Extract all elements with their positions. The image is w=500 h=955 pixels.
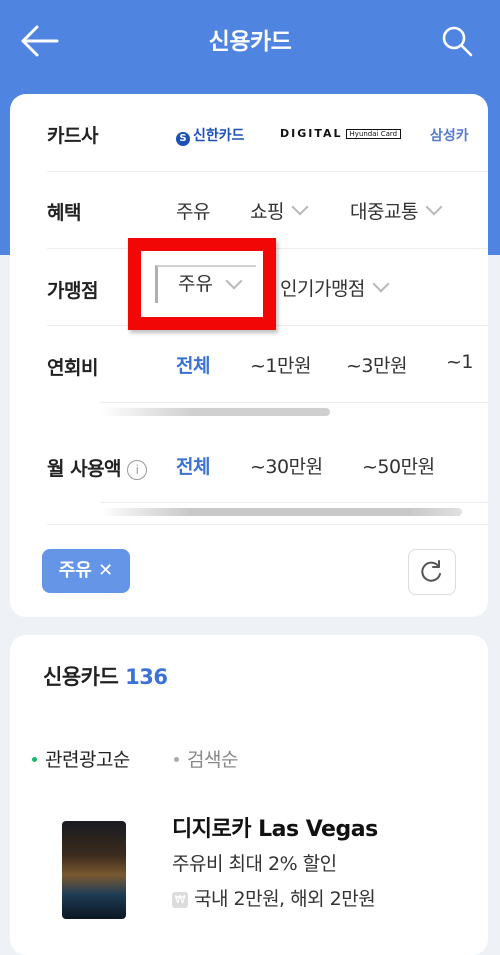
highlight-box: 주유 <box>128 238 276 330</box>
active-filter-chip[interactable]: 주유 ✕ <box>42 549 130 593</box>
card-annual-fee: ₩ 국내 2만원, 해외 2만원 <box>172 884 376 911</box>
reset-button[interactable] <box>408 549 456 595</box>
chevron-down-icon <box>372 275 390 293</box>
benefit-option-fuel[interactable]: 주유 <box>176 197 210 224</box>
annual-fee-option-10k[interactable]: ~1만원 <box>250 351 311 378</box>
monthly-spend-option-all[interactable]: 전체 <box>176 452 210 479</box>
benefit-label: 혜택 <box>47 202 81 224</box>
dot-icon <box>174 757 179 762</box>
merchant-option-popular[interactable]: 인기가맹점 <box>280 274 390 301</box>
horizontal-scrollbar[interactable] <box>100 408 330 416</box>
card-name[interactable]: 디지로카 Las Vegas <box>172 811 378 843</box>
close-icon[interactable]: ✕ <box>98 560 113 581</box>
monthly-spend-option-500k[interactable]: ~50만원 <box>362 452 435 479</box>
refresh-icon <box>421 560 441 582</box>
merchant-option-fuel[interactable]: 주유 <box>155 265 256 303</box>
annual-fee-option-all[interactable]: 전체 <box>176 351 210 378</box>
annual-fee-option-more[interactable]: ~1 <box>446 351 474 373</box>
chevron-down-icon <box>291 198 309 216</box>
monthly-spend-label: 월 사용액 i <box>47 454 148 481</box>
card-image[interactable] <box>62 821 126 919</box>
sort-option-search[interactable]: 검색순 <box>174 745 238 772</box>
won-icon: ₩ <box>172 892 188 908</box>
benefit-option-shopping[interactable]: 쇼핑 <box>250 197 309 224</box>
search-icon[interactable] <box>440 24 474 58</box>
results-count: 136 <box>125 665 168 689</box>
benefit-option-transit[interactable]: 대중교통 <box>350 197 443 224</box>
results-panel: 신용카드 136 관련광고순 검색순 디지로카 Las Vegas 주유비 최대… <box>10 635 488 955</box>
chevron-down-icon <box>225 272 243 290</box>
divider <box>100 502 488 503</box>
shinhan-mark-icon: S <box>176 132 190 146</box>
card-benefit: 주유비 최대 2% 할인 <box>172 853 337 875</box>
issuer-hyundai-logo[interactable]: DIGITAL Hyundai Card <box>280 127 402 140</box>
issuer-label: 카드사 <box>47 125 98 147</box>
active-dot-icon <box>32 757 37 762</box>
results-title: 신용카드 136 <box>43 665 168 689</box>
divider <box>100 402 488 403</box>
merchant-label: 가맹점 <box>47 280 98 302</box>
monthly-spend-option-300k[interactable]: ~30만원 <box>250 452 323 479</box>
issuer-shinhan-logo[interactable]: S 신한카드 <box>176 125 245 146</box>
divider <box>47 524 488 525</box>
info-icon[interactable]: i <box>127 460 148 480</box>
issuer-samsung-logo[interactable]: 삼성카 <box>430 125 469 145</box>
divider <box>47 171 488 172</box>
page-title: 신용카드 <box>208 29 292 55</box>
annual-fee-option-30k[interactable]: ~3만원 <box>346 351 407 378</box>
chevron-down-icon <box>425 198 443 216</box>
sort-option-ad[interactable]: 관련광고순 <box>32 745 130 772</box>
annual-fee-label: 연회비 <box>47 357 98 379</box>
horizontal-scrollbar[interactable] <box>100 508 462 516</box>
filter-panel: 카드사 S 신한카드 DIGITAL Hyundai Card 삼성카 혜택 주유 … <box>10 94 488 617</box>
